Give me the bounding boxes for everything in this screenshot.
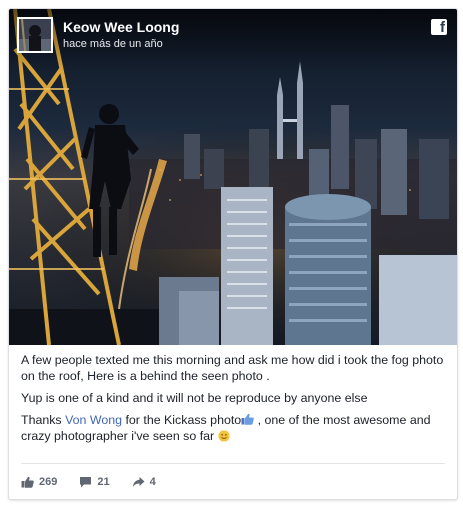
post-photo[interactable]: Keow Wee Loong hace más de un año f: [9, 9, 457, 345]
post-timestamp[interactable]: hace más de un año: [63, 37, 163, 51]
post-stats-bar: 269 21 4: [21, 472, 178, 492]
share-arrow-icon: [132, 477, 145, 487]
post-author-name[interactable]: Keow Wee Loong: [63, 18, 179, 36]
like-count[interactable]: 269: [21, 476, 57, 488]
like-count-value: 269: [39, 476, 58, 488]
comment-bubble-icon: [80, 477, 92, 488]
embedded-post-card: Keow Wee Loong hace más de un año f A fe…: [8, 8, 458, 500]
post-paragraph-1: A few people texted me this morning and …: [21, 353, 444, 383]
tagged-user-link[interactable]: Von Wong: [65, 413, 122, 427]
share-count[interactable]: 4: [132, 476, 156, 488]
post-paragraph-3: Thanks Von Wong for the Kickass photo , …: [21, 412, 447, 444]
share-count-value: 4: [149, 476, 156, 488]
avatar-image: [19, 19, 51, 51]
comment-count-value: 21: [97, 476, 110, 488]
thumbs-up-icon: [21, 476, 34, 488]
post-text: A few people texted me this morning and …: [21, 352, 447, 450]
avatar[interactable]: [17, 17, 53, 53]
footer-divider: [21, 463, 445, 464]
facebook-f-icon[interactable]: f: [431, 19, 447, 35]
thumbs-up-emoji-icon: [241, 413, 254, 425]
comment-count[interactable]: 21: [79, 476, 110, 488]
paragraph-3-prefix: Thanks: [21, 413, 66, 427]
paragraph-3-middle: for the Kickass photo: [122, 413, 242, 427]
post-paragraph-2: Yup is one of a kind and it will not be …: [21, 391, 368, 405]
smiley-emoji-icon: [217, 430, 230, 442]
